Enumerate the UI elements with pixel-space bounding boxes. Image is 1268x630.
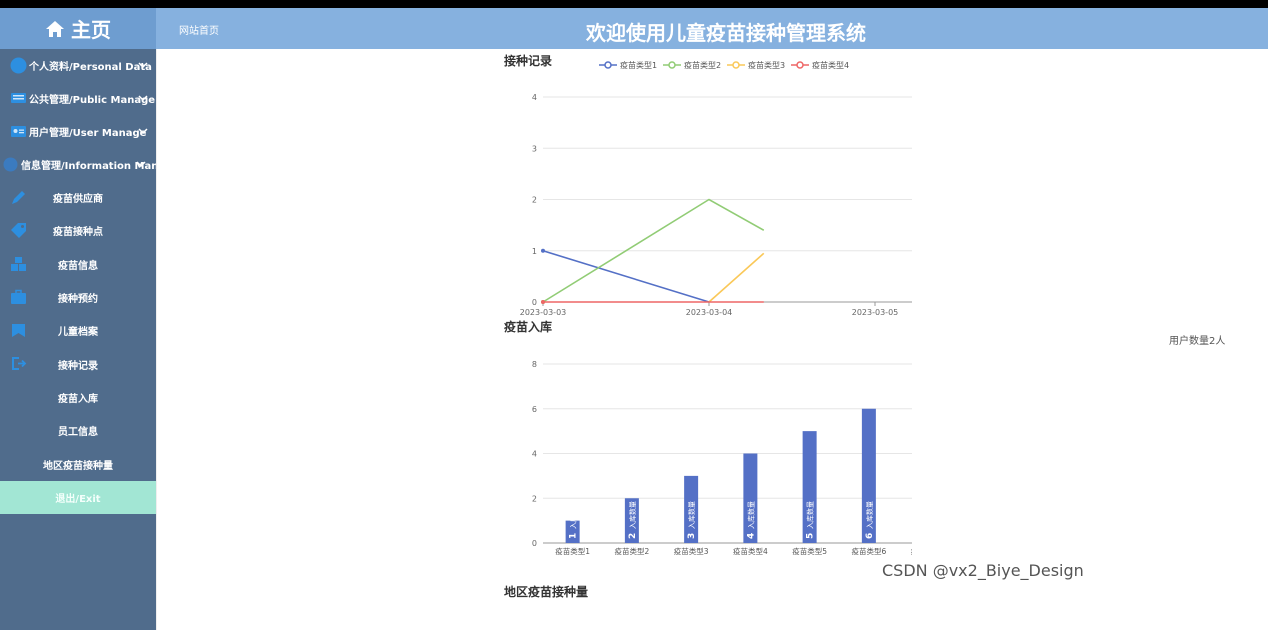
legend-entry: 疫苗类型3	[748, 60, 785, 70]
y-tick-label: 2	[532, 494, 537, 503]
bar-data-label: 5 入库数量	[806, 501, 816, 539]
vaccine-stock-bar-chart: 0 2 4 6 8 疫苗类型1 1 入库数量疫苗类型2 2 入库数量疫苗类型3 3 入库数量疫苗类型4…	[532, 360, 912, 556]
menu-group-info[interactable]: 信息管理/Information Manage	[0, 148, 179, 181]
y-tick-label: 8	[532, 360, 537, 369]
menu-item-children[interactable]: 儿童档案	[0, 314, 156, 347]
bar-value-label: 4	[746, 533, 756, 539]
bar-data-label: 1 入库数量	[569, 501, 579, 539]
menu-group-personal[interactable]: 个人资料/Personal Data	[0, 49, 156, 82]
legend-swatch-marker	[796, 61, 804, 69]
x-tick-label: 2023-03-03	[520, 308, 567, 317]
bar-value-label: 5	[806, 533, 816, 539]
data-point	[541, 248, 545, 253]
brand-home[interactable]: 主页	[0, 8, 156, 49]
chevron-down-icon	[138, 95, 148, 102]
bar-data-label: 4 入库数量	[746, 501, 756, 539]
menu-item-vaccine[interactable]: 疫苗信息	[0, 248, 156, 281]
bar-value-label: 3	[687, 533, 697, 539]
bar-series-label: 入库数量	[628, 501, 637, 529]
briefcase-icon	[11, 289, 26, 304]
menu-item-stock[interactable]: 疫苗入库	[0, 381, 156, 414]
bar-value-label: 6	[865, 533, 875, 539]
legend-swatch-marker	[732, 61, 740, 69]
y-tick-label: 3	[532, 144, 537, 153]
menu-item-label: 退出/Exit	[55, 493, 101, 505]
y-tick-label: 4	[532, 450, 537, 459]
globe-icon	[3, 157, 18, 172]
x-tick-label: 疫苗类型2	[614, 546, 649, 556]
menu-group-user[interactable]: 用户管理/User Manage	[0, 115, 156, 148]
bar-data-label: 3 入库数量	[687, 501, 697, 539]
menu-item-appointment[interactable]: 接种预约	[0, 281, 156, 314]
legend-entry: 疫苗类型4	[812, 60, 849, 70]
x-tick-label: 2023-03-05	[852, 308, 899, 317]
bar-value-label: 1	[569, 533, 579, 539]
y-tick-label: 0	[532, 298, 537, 307]
menu-group-public[interactable]: 公共管理/Public Manage	[0, 82, 156, 115]
chevron-down-icon	[138, 62, 148, 69]
x-tick-label: 疫苗类型1	[555, 546, 590, 556]
y-tick-label: 2	[532, 196, 537, 205]
menu-item-label: 员工信息	[58, 427, 98, 439]
top-header: 网站首页 欢迎使用儿童疫苗接种管理系统	[156, 8, 1268, 49]
system-title: 欢迎使用儿童疫苗接种管理系统	[586, 21, 866, 45]
bar-series-label: 入库数量	[746, 501, 755, 529]
pencil-icon	[12, 191, 25, 204]
bar-value-label: 2	[628, 533, 638, 539]
menu-item-label: 疫苗入库	[58, 393, 98, 405]
bar-data-label: 6 入库数量	[865, 501, 875, 539]
dashboard-content: 接种记录 疫苗类型1 疫苗类型2 疫苗类型3 疫苗类型4 0 1 2 3 4 2023-03-03…	[156, 49, 1268, 630]
sidebar: 主页 个人资料/Personal Data 公共管理/Public Manage…	[0, 8, 179, 630]
tag-icon	[11, 223, 26, 239]
menu-group-label: 公共管理/Public Manage	[29, 95, 156, 106]
legend-swatch-marker	[604, 61, 612, 69]
data-point	[541, 300, 545, 304]
y-tick-label: 0	[532, 539, 537, 548]
menu-item-staff[interactable]: 员工信息	[0, 414, 156, 447]
legend-entry: 疫苗类型1	[620, 60, 657, 70]
stock-section-title: 疫苗入库	[504, 320, 553, 334]
brand-title: 主页	[71, 18, 111, 42]
legend-entry: 疫苗类型2	[684, 60, 721, 70]
chevron-down-icon	[136, 161, 146, 168]
menu-item-label: 地区疫苗接种量	[43, 460, 113, 472]
series-line	[542, 249, 710, 303]
bar-series-label: 入库数量	[569, 501, 578, 529]
user-count: 用户数量2人	[1169, 336, 1226, 347]
menu-item-supplier[interactable]: 疫苗供应商	[0, 181, 156, 214]
menu-item-region[interactable]: 地区疫苗接种量	[0, 447, 156, 480]
menu-group-label: 用户管理/User Manage	[29, 128, 147, 139]
region-section-title: 地区疫苗接种量	[504, 585, 589, 599]
x-tick-label: 疫苗类型3	[674, 546, 709, 556]
menu-item-exit[interactable]: 退出/Exit	[0, 480, 156, 514]
legend-swatch-marker	[668, 61, 676, 69]
x-tick-label: 2023-03-04	[686, 308, 733, 317]
x-tick-label: 疫苗类型7	[911, 546, 912, 556]
monitor-icon	[11, 93, 26, 103]
csdn-watermark: CSDN @vx2_Biye_Design	[882, 561, 1084, 580]
x-tick-label: 疫苗类型5	[792, 546, 827, 556]
vaccination-records-line-chart: 疫苗类型1 疫苗类型2 疫苗类型3 疫苗类型4 0 1 2 3 4 2023-03-03 2023-…	[520, 60, 912, 317]
x-tick-label: 疫苗类型4	[733, 546, 768, 556]
chevron-down-icon	[138, 128, 148, 135]
bar-series-label: 入库数量	[865, 501, 874, 529]
menu-group-label: 个人资料/Personal Data	[29, 62, 152, 73]
boxes-icon	[11, 256, 26, 271]
y-tick-label: 6	[532, 405, 537, 414]
user-circle-icon	[10, 57, 27, 74]
id-card-icon	[11, 126, 26, 137]
bookmark-icon	[12, 324, 25, 338]
bar-series-label: 入库数量	[806, 501, 815, 529]
menu-item-site[interactable]: 疫苗接种点	[0, 214, 156, 247]
y-tick-label: 1	[532, 247, 537, 256]
home-icon	[46, 20, 64, 37]
y-tick-label: 4	[532, 93, 537, 102]
sign-out-icon	[12, 357, 27, 371]
bar-data-label: 2 入库数量	[628, 501, 638, 539]
bar-series-label: 入库数量	[687, 501, 696, 529]
x-tick-label: 疫苗类型6	[851, 546, 886, 556]
series-line	[708, 252, 765, 303]
app-window: 主页 个人资料/Personal Data 公共管理/Public Manage…	[0, 8, 1268, 630]
menu-item-record[interactable]: 接种记录	[0, 347, 156, 380]
